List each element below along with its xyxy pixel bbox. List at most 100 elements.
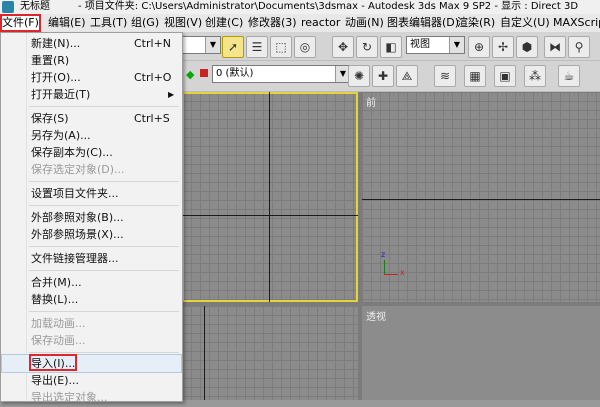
main-toolbar: ▼ ➚ ☰ ⬚ ◎ ✥ ↻ ◧ 视图 ▼ ⊕ ✢ ⬢ ⧓ ⚲ [182,32,600,61]
grid-axis-x [182,215,358,216]
select-object-button[interactable]: ➚ [222,36,244,58]
menu-separator [29,270,179,271]
rotate-icon: ↻ [361,40,373,54]
schematic-view-button[interactable]: ▣ [494,65,516,87]
menu-separator [29,181,179,182]
move-icon: ✥ [337,40,349,54]
spheres-icon: ⁂ [529,69,541,83]
grid-axis-y [269,92,270,302]
schematic-icon: ▣ [499,69,511,83]
scale-icon: ◧ [385,40,397,54]
viewport-left[interactable] [182,306,358,400]
material-editor-button[interactable]: ⁂ [524,65,546,87]
move-button[interactable]: ✥ [332,36,354,58]
menu-bar: 文件(F) 编辑(E) 工具(T) 组(G) 视图(V) 创建(C) 修改器(3… [0,14,600,33]
cube-icon: ⬢ [521,40,533,54]
menu-item-open-recent[interactable]: 打开最近(T) ▶ [1,85,182,104]
app-icon [2,1,14,13]
teapot-icon: ☕ [563,69,575,83]
menu-create[interactable]: 创建(C) [205,14,243,32]
submenu-arrow-icon: ▶ [168,90,175,99]
plus-icon: ✚ [377,69,389,83]
target-icon: ◎ [299,40,311,54]
menu-item-export-selected: 导出选定对象... [31,391,108,404]
menu-separator [29,205,179,206]
pivot-button[interactable]: ⊕ [468,36,490,58]
viewport-label: 前 [366,98,376,109]
layer-light-icon: ◆ [186,68,195,81]
layer-color-swatch [200,69,208,77]
dashed-rect-icon: ⬚ [275,40,287,54]
menu-view[interactable]: 视图(V) [164,14,202,32]
add-to-layer-button[interactable]: ✚ [372,65,394,87]
window-title-path: - 项目文件夹: C:\Users\Administrator\Document… [78,1,579,12]
menu-file[interactable]: 文件(F) [0,14,41,32]
selection-filter-combo[interactable]: ▼ [182,36,221,54]
window-title: 无标题 [20,1,50,12]
menu-item-save-animation: 保存动画... [31,334,86,347]
menu-group[interactable]: 组(G) [131,14,159,32]
menu-animation[interactable]: 动画(N) [345,14,384,32]
menu-item-replace[interactable]: 替换(L)... [1,290,182,309]
layer-toolbar: ◆ 0 (默认) ▼ ✺ ✚ ⟁ ≋ ▦ ▣ ⁂ ☕ [182,61,600,92]
keyboard-shortcut-button[interactable]: ⬢ [516,36,538,58]
axis-gizmo-x: x [400,268,405,277]
render-scene-button[interactable]: ☕ [558,65,580,87]
viewport-label: 透视 [366,312,386,323]
menu-maxscript[interactable]: MAXScript [553,14,600,32]
rotate-button[interactable]: ↻ [356,36,378,58]
layer-combo-value: 0 (默认) [216,68,254,79]
manipulate-button[interactable]: ✢ [492,36,514,58]
viewport-area: 前 z x 透视 [182,92,600,400]
track-view-button[interactable]: ▦ [464,65,486,87]
region-select-button[interactable]: ⬚ [270,36,292,58]
menu-tools[interactable]: 工具(T) [90,14,127,32]
highlight-box [29,354,77,371]
sun-icon: ✺ [353,69,365,83]
menu-item-save-selected: 保存选定对象(D)... [31,163,125,176]
viewport-front[interactable]: 前 z x [362,92,600,302]
scale-button[interactable]: ◧ [380,36,402,58]
menu-separator [29,106,179,107]
select-in-layer-button[interactable]: ⟁ [396,65,418,87]
gizmo-axis-line-x [384,274,398,275]
align-icon: ⚲ [574,40,584,54]
mirror-button[interactable]: ⧓ [544,36,566,58]
menu-separator [29,311,179,312]
manipulate-icon: ✢ [497,40,509,54]
menu-edit[interactable]: 编辑(E) [48,14,86,32]
table-icon: ▦ [469,69,481,83]
menu-item-file-link-manager[interactable]: 文件链接管理器... [1,249,182,268]
create-layer-button[interactable]: ✺ [348,65,370,87]
list-icon: ☰ [251,40,263,54]
title-bar: 无标题 - 项目文件夹: C:\Users\Administrator\Docu… [0,0,600,14]
axis-gizmo-z: z [381,250,386,259]
select-layer-icon: ⟁ [401,68,413,83]
menu-customize[interactable]: 自定义(U) [500,14,550,32]
gizmo-axis-line-z [384,260,385,274]
menu-separator [29,352,179,353]
grid-axis-x [362,199,600,200]
menu-item-set-project-folder[interactable]: 设置项目文件夹... [1,184,182,203]
select-by-name-button[interactable]: ☰ [246,36,268,58]
window-crossing-button[interactable]: ◎ [294,36,316,58]
viewport-top[interactable] [182,92,358,302]
layers-icon: ≋ [439,69,451,83]
menu-separator [29,246,179,247]
menu-item-xref-scene[interactable]: 外部参照场景(X)... [1,225,182,244]
grid-axis-y [204,306,205,400]
file-menu-dropdown: 新建(N)... Ctrl+N 重置(R) 打开(O)... Ctrl+O 打开最近… [0,32,183,404]
menu-graph-editors[interactable]: 图表编辑器(D) [387,14,459,32]
pivot-icon: ⊕ [473,40,485,54]
layer-manager-button[interactable]: ≋ [434,65,456,87]
reference-coordinate-combo[interactable]: 视图 ▼ [406,36,465,54]
mirror-icon: ⧓ [549,40,561,54]
align-button[interactable]: ⚲ [568,36,590,58]
layer-combo[interactable]: 0 (默认) ▼ [212,65,351,83]
view-combo-value: 视图 [410,39,430,50]
menu-reactor[interactable]: reactor [301,14,340,32]
menu-modifiers[interactable]: 修改器(3) [248,14,297,32]
viewport-perspective[interactable]: 透视 [362,306,600,400]
menu-rendering[interactable]: 渲染(R) [457,14,495,32]
cursor-arrow-icon: ➚ [227,40,239,54]
